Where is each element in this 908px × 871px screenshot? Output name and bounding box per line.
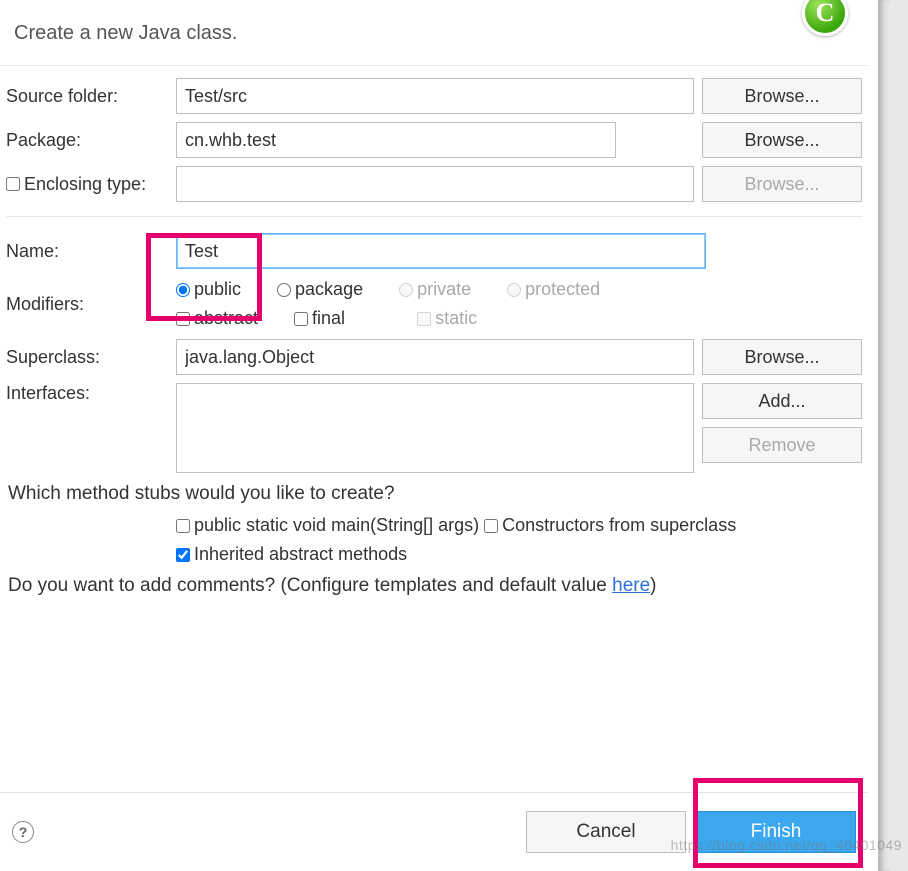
enclosing-type-input bbox=[176, 166, 694, 202]
modifier-protected-radio bbox=[507, 283, 521, 297]
modifier-protected: protected bbox=[507, 279, 600, 300]
browse-superclass-button[interactable]: Browse... bbox=[702, 339, 862, 375]
modifier-package[interactable]: package bbox=[277, 279, 363, 300]
modifier-package-radio[interactable] bbox=[277, 283, 291, 297]
browse-enclosing-button: Browse... bbox=[702, 166, 862, 202]
stub-constructors[interactable]: Constructors from superclass bbox=[484, 511, 736, 540]
modifiers-label: Modifiers: bbox=[6, 294, 168, 315]
enclosing-type-label-wrap: Enclosing type: bbox=[6, 174, 168, 195]
source-folder-label: Source folder: bbox=[6, 86, 168, 107]
modifier-static-checkbox bbox=[417, 312, 431, 326]
package-label: Package: bbox=[6, 130, 168, 151]
modifier-public-radio[interactable] bbox=[176, 283, 190, 297]
interfaces-list[interactable] bbox=[176, 383, 694, 473]
stub-inherited-checkbox[interactable] bbox=[176, 548, 190, 562]
comments-question: Do you want to add comments? (Configure … bbox=[6, 569, 862, 603]
stub-main[interactable]: public static void main(String[] args) bbox=[176, 511, 479, 540]
cancel-button[interactable]: Cancel bbox=[526, 811, 686, 853]
modifier-public[interactable]: public bbox=[176, 279, 241, 300]
stub-constructors-checkbox[interactable] bbox=[484, 519, 498, 533]
modifier-final-checkbox[interactable] bbox=[294, 312, 308, 326]
interfaces-label: Interfaces: bbox=[6, 383, 168, 404]
dialog-title: Create a new Java class. bbox=[14, 22, 854, 45]
name-label: Name: bbox=[6, 241, 168, 262]
window-shadow bbox=[878, 0, 908, 871]
modifier-abstract[interactable]: abstract bbox=[176, 308, 258, 329]
modifier-private-radio bbox=[399, 283, 413, 297]
divider bbox=[6, 216, 862, 217]
remove-interface-button: Remove bbox=[702, 427, 862, 463]
modifier-private: private bbox=[399, 279, 471, 300]
enclosing-type-checkbox[interactable] bbox=[6, 177, 20, 191]
form-area: Source folder: Browse... Package: Browse… bbox=[0, 66, 868, 603]
browse-source-button[interactable]: Browse... bbox=[702, 78, 862, 114]
stub-inherited[interactable]: Inherited abstract methods bbox=[176, 540, 407, 569]
configure-here-link[interactable]: here bbox=[612, 575, 650, 596]
method-stubs-question: Which method stubs would you like to cre… bbox=[6, 477, 862, 511]
stub-main-checkbox[interactable] bbox=[176, 519, 190, 533]
help-icon[interactable]: ? bbox=[12, 821, 34, 843]
browse-package-button[interactable]: Browse... bbox=[702, 122, 862, 158]
enclosing-type-label: Enclosing type: bbox=[24, 174, 146, 195]
modifier-abstract-checkbox[interactable] bbox=[176, 312, 190, 326]
superclass-label: Superclass: bbox=[6, 347, 168, 368]
superclass-input[interactable] bbox=[176, 339, 694, 375]
source-folder-input[interactable] bbox=[176, 78, 694, 114]
add-interface-button[interactable]: Add... bbox=[702, 383, 862, 419]
finish-button[interactable]: Finish bbox=[696, 811, 856, 853]
dialog-header: C Create a new Java class. bbox=[0, 0, 868, 66]
modifier-static: static bbox=[417, 308, 477, 329]
modifier-final[interactable]: final bbox=[294, 308, 345, 329]
method-stubs-list: public static void main(String[] args) C… bbox=[6, 511, 862, 569]
package-input[interactable] bbox=[176, 122, 616, 158]
name-input[interactable] bbox=[176, 233, 706, 269]
new-java-class-dialog: C Create a new Java class. Source folder… bbox=[0, 0, 868, 871]
dialog-footer: ? Cancel Finish bbox=[0, 792, 868, 871]
